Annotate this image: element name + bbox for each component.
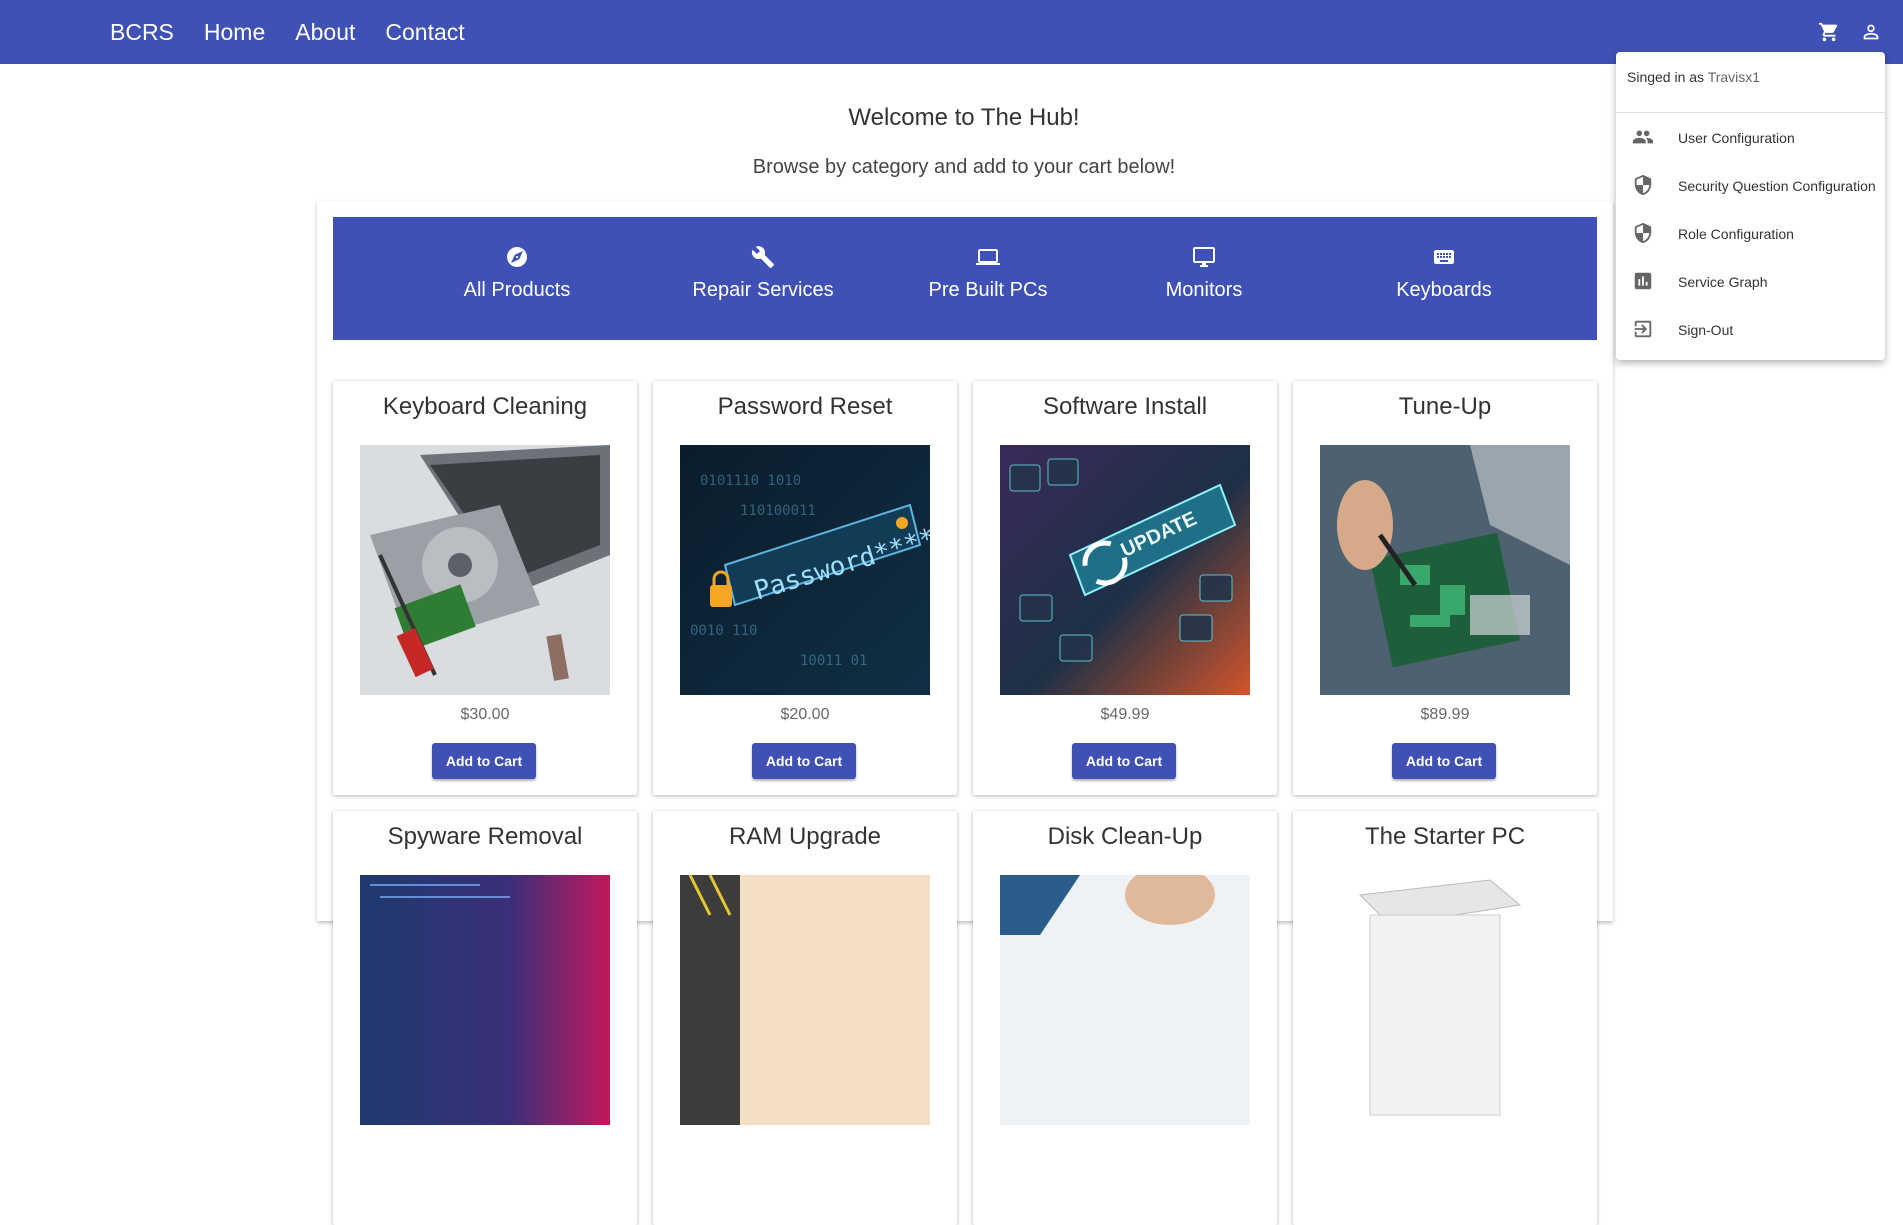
add-to-cart-button[interactable]: Add to Cart [1072, 743, 1176, 779]
svg-text:0101110 1010: 0101110 1010 [700, 473, 801, 489]
category-label: Repair Services [692, 279, 834, 301]
category-label: All Products [463, 279, 571, 301]
menu-item-security-question-configuration[interactable]: Security Question Configuration [1616, 163, 1885, 209]
add-to-cart-button[interactable]: Add to Cart [752, 743, 856, 779]
cart-icon[interactable] [1817, 20, 1841, 44]
bar-chart-icon [1632, 270, 1656, 294]
product-card: Password Reset 0101110 1010 110100011 001… [653, 381, 957, 795]
product-title: Spyware Removal [387, 823, 583, 850]
product-card: Spyware Removal [333, 811, 637, 1225]
shield-icon [1632, 222, 1656, 246]
username: Travisx1 [1707, 69, 1761, 85]
product-image [360, 875, 610, 1125]
shield-icon [1632, 174, 1656, 198]
product-card: RAM Upgrade [653, 811, 957, 1225]
product-card: Keyboard Cleaning $30.00 Add to Cart [333, 381, 637, 795]
category-keyboards[interactable]: Keyboards [1344, 217, 1544, 340]
product-image [1320, 875, 1570, 1125]
menu-divider [1616, 112, 1885, 113]
product-title: Disk Clean-Up [1047, 823, 1203, 850]
product-image [680, 875, 930, 1125]
product-price: $30.00 [460, 706, 510, 723]
product-title: Password Reset [717, 393, 893, 420]
nav-brand[interactable]: BCRS [110, 19, 174, 46]
signed-in-prefix: Singed in as [1627, 69, 1705, 85]
category-label: Monitors [1165, 279, 1243, 301]
nav-home[interactable]: Home [204, 19, 265, 46]
nav-contact[interactable]: Contact [385, 19, 464, 46]
product-card: Software Install UPDATE $49.99 Add to Ca… [973, 381, 1277, 795]
keyboard-icon [1432, 245, 1456, 269]
account-icon[interactable] [1859, 20, 1883, 44]
nav-about[interactable]: About [295, 19, 355, 46]
product-image: 0101110 1010 110100011 0010 110 10011 01 P… [680, 445, 930, 695]
product-image: UPDATE [1000, 445, 1250, 695]
category-monitors[interactable]: Monitors [1104, 217, 1304, 340]
product-card: Disk Clean-Up [973, 811, 1277, 1225]
signed-in-text: Singed in as Travisx1 [1627, 69, 1760, 85]
product-title: Tune-Up [1398, 393, 1492, 420]
product-price: $20.00 [780, 706, 830, 723]
add-to-cart-button[interactable]: Add to Cart [1392, 743, 1496, 779]
menu-item-role-configuration[interactable]: Role Configuration [1616, 211, 1885, 257]
product-card: Tune-Up $89.99 Add to Cart [1293, 381, 1597, 795]
compass-icon [505, 245, 529, 269]
monitor-icon [1192, 245, 1216, 269]
catalog-card: All Products Repair Services Pre Built P… [317, 201, 1613, 1225]
category-label: Pre Built PCs [928, 279, 1048, 301]
menu-item-label: Security Question Configuration [1678, 178, 1876, 194]
menu-item-label: Sign-Out [1678, 322, 1734, 338]
add-to-cart-button[interactable]: Add to Cart [432, 743, 536, 779]
menu-item-label: Role Configuration [1678, 226, 1794, 242]
svg-text:110100011: 110100011 [740, 503, 816, 519]
product-title: RAM Upgrade [728, 823, 882, 850]
product-image [1000, 875, 1250, 1125]
logout-icon [1632, 318, 1656, 342]
product-title: Keyboard Cleaning [382, 393, 588, 420]
wrench-icon [751, 245, 775, 269]
product-title: Software Install [1042, 393, 1208, 420]
category-label: Keyboards [1396, 279, 1492, 301]
product-image [360, 445, 610, 695]
category-repair-services[interactable]: Repair Services [663, 217, 863, 340]
product-price: $49.99 [1100, 706, 1150, 723]
menu-item-label: User Configuration [1678, 130, 1795, 146]
category-pre-built-pcs[interactable]: Pre Built PCs [888, 217, 1088, 340]
main-nav: BCRS Home About Contact [110, 19, 495, 46]
menu-item-service-graph[interactable]: Service Graph [1616, 259, 1885, 305]
people-icon [1632, 126, 1656, 150]
svg-text:10011 01: 10011 01 [800, 653, 867, 669]
menu-item-label: Service Graph [1678, 274, 1768, 290]
product-image [1320, 445, 1570, 695]
category-bar: All Products Repair Services Pre Built P… [333, 217, 1597, 340]
product-price: $89.99 [1420, 706, 1470, 723]
menu-item-user-configuration[interactable]: User Configuration [1616, 115, 1885, 161]
svg-text:0010 110: 0010 110 [690, 623, 757, 639]
product-card: The Starter PC [1293, 811, 1597, 1225]
category-all-products[interactable]: All Products [417, 217, 617, 340]
menu-item-sign-out[interactable]: Sign-Out [1616, 307, 1885, 353]
laptop-icon [976, 245, 1000, 269]
account-menu: Singed in as Travisx1 User Configuration… [1616, 52, 1885, 360]
product-title: The Starter PC [1364, 823, 1526, 850]
